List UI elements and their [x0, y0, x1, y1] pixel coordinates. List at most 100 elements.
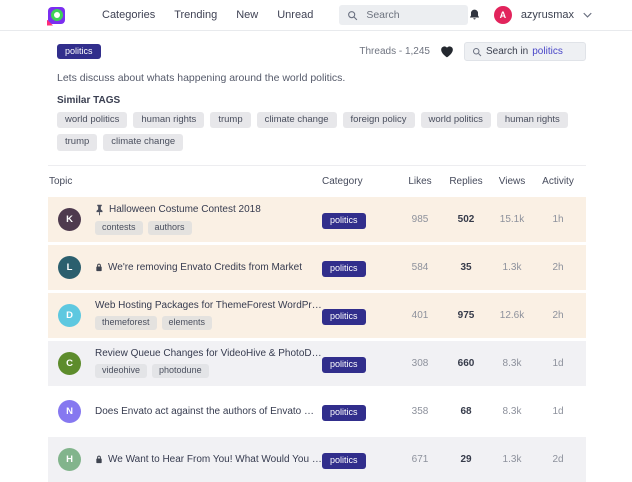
table-row[interactable]: N Does Envato act against the authors of … [48, 388, 586, 434]
likes-value: 584 [411, 261, 429, 273]
bell-icon[interactable] [468, 8, 481, 22]
category-badge[interactable]: politics [322, 356, 366, 373]
topic-tags: contests authors [95, 220, 322, 235]
heart-icon[interactable] [440, 45, 454, 58]
user-avatar[interactable]: A [493, 6, 512, 24]
similar-tag[interactable]: human rights [133, 112, 205, 129]
replies-value: 29 [460, 453, 472, 465]
col-header-activity[interactable]: Activity [535, 176, 581, 187]
category-badge[interactable]: politics [322, 212, 366, 229]
avatar-cell: K [48, 207, 88, 231]
user-name[interactable]: azyrusmax [521, 9, 574, 21]
views-value: 15.1k [499, 213, 525, 225]
avatar[interactable]: C [58, 351, 81, 375]
topic-tag[interactable]: videohive [95, 364, 148, 379]
replies-value: 68 [460, 405, 472, 417]
topics-table: Topic Category Likes Replies Views Activ… [0, 164, 632, 482]
topic-intro: politics Threads - 1,245 Search in polit… [0, 31, 632, 151]
likes-value: 401 [411, 309, 429, 321]
avatar-cell: H [48, 447, 88, 471]
similar-tag[interactable]: trump [210, 112, 251, 129]
table-row[interactable]: H We Want to Hear From You! What Would Yo… [48, 436, 586, 482]
category-cell: politics [322, 450, 397, 469]
main-nav: Categories Trending New Unread [102, 9, 313, 21]
nav-item-trending[interactable]: Trending [174, 9, 217, 21]
topic-title-line: Does Envato act against the authors of E… [95, 406, 322, 417]
avatar-cell: N [48, 399, 88, 423]
category-cell: politics [322, 402, 397, 421]
similar-tag[interactable]: foreign policy [342, 112, 415, 129]
topic-title[interactable]: Review Queue Changes for VideoHive & Pho… [95, 348, 322, 359]
avatar-cell: D [48, 303, 88, 327]
topic-cell: Review Queue Changes for VideoHive & Pho… [88, 348, 322, 379]
global-search[interactable] [339, 5, 468, 25]
topic-title[interactable]: We Want to Hear From You! What Would You… [108, 454, 322, 465]
similar-tag[interactable]: climate change [256, 112, 337, 129]
similar-tag[interactable]: world politics [57, 112, 128, 129]
table-row[interactable]: C Review Queue Changes for VideoHive & Ph… [48, 340, 586, 386]
app-logo[interactable] [47, 6, 65, 26]
category-badge[interactable]: politics [322, 308, 366, 325]
similar-tag[interactable]: climate change [103, 134, 184, 151]
pin-icon [95, 204, 104, 216]
col-header-likes[interactable]: Likes [397, 176, 443, 187]
replies-value: 975 [457, 309, 475, 321]
activity-value: 2h [552, 309, 564, 321]
topic-tag[interactable]: authors [147, 220, 192, 235]
avatar[interactable]: H [58, 447, 81, 471]
top-bar: Categories Trending New Unread A azyrusmax [0, 0, 632, 31]
topic-tag[interactable]: themeforest [95, 316, 157, 331]
logo-tail-icon [47, 19, 53, 26]
category-cell: politics [322, 258, 397, 277]
avatar-cell: C [48, 351, 88, 375]
topic-tag[interactable]: elements [161, 316, 213, 331]
topic-cell: We're removing Envato Credits from Marke… [88, 262, 322, 273]
similar-tags-list: world politics human rights trump climate c… [57, 112, 586, 151]
table-row[interactable]: D Web Hosting Packages for ThemeForest Wo… [48, 292, 586, 338]
avatar[interactable]: K [58, 207, 81, 231]
col-header-topic[interactable]: Topic [48, 176, 322, 187]
topic-title[interactable]: We're removing Envato Credits from Marke… [108, 262, 302, 273]
category-badge[interactable]: politics [322, 404, 366, 421]
topic-cell: Does Envato act against the authors of E… [88, 406, 322, 417]
table-row[interactable]: K Halloween Costume Contest 2018 contests a… [48, 196, 586, 242]
topic-description: Lets discuss about whats happening aroun… [57, 72, 346, 84]
topic-title[interactable]: Halloween Costume Contest 2018 [109, 204, 261, 215]
activity-value: 2h [552, 261, 564, 273]
topic-title[interactable]: Web Hosting Packages for ThemeForest Wor… [95, 300, 322, 311]
search-icon [472, 47, 482, 57]
category-badge[interactable]: politics [322, 452, 366, 469]
topic-cell: We Want to Hear From You! What Would You… [88, 454, 322, 465]
topic-title-line: We're removing Envato Credits from Marke… [95, 262, 322, 273]
similar-tag[interactable]: human rights [496, 112, 568, 129]
top-bar-right: A azyrusmax [468, 6, 592, 24]
topic-tag-badge[interactable]: politics [57, 43, 101, 60]
col-header-category[interactable]: Category [322, 176, 397, 187]
topic-search-input[interactable]: Search in politics [464, 42, 586, 61]
topic-title-line: Halloween Costume Contest 2018 [95, 204, 322, 216]
topic-tag[interactable]: photodune [152, 364, 209, 379]
avatar[interactable]: L [58, 255, 81, 279]
nav-item-unread[interactable]: Unread [277, 9, 313, 21]
nav-item-new[interactable]: New [236, 9, 258, 21]
col-header-views[interactable]: Views [489, 176, 535, 187]
avatar[interactable]: D [58, 303, 81, 327]
category-cell: politics [322, 306, 397, 325]
topic-tags: videohive photodune [95, 364, 322, 379]
avatar-cell: L [48, 255, 88, 279]
intro-actions: Threads - 1,245 Search in politics [359, 42, 586, 61]
search-input[interactable] [364, 8, 460, 22]
category-cell: politics [322, 354, 397, 373]
avatar[interactable]: N [58, 399, 81, 423]
col-header-replies[interactable]: Replies [443, 176, 489, 187]
similar-tag[interactable]: trump [57, 134, 98, 151]
likes-value: 358 [411, 405, 429, 417]
chevron-down-icon[interactable] [583, 12, 592, 18]
nav-item-categories[interactable]: Categories [102, 9, 155, 21]
topic-tag[interactable]: contests [95, 220, 143, 235]
table-row[interactable]: L We're removing Envato Credits from Mark… [48, 244, 586, 290]
topic-title[interactable]: Does Envato act against the authors of E… [95, 406, 322, 417]
similar-tag[interactable]: world politics [420, 112, 491, 129]
topic-title-line: We Want to Hear From You! What Would You… [95, 454, 322, 465]
category-badge[interactable]: politics [322, 260, 366, 277]
